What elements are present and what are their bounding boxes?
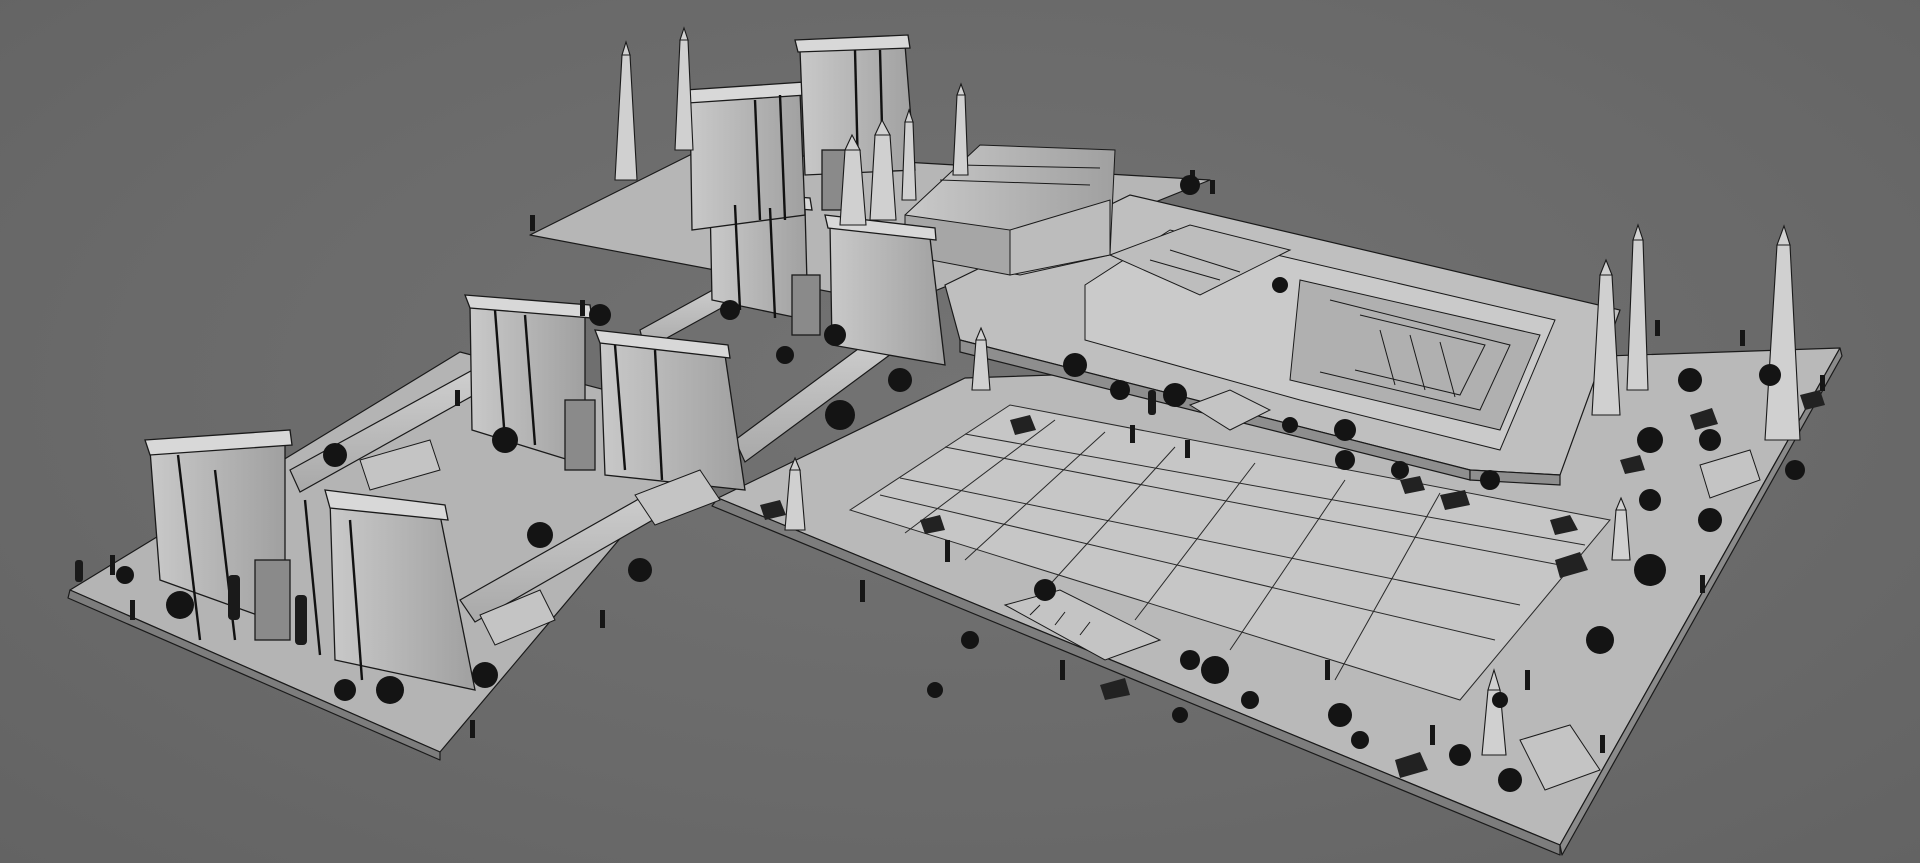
- obelisk: [952, 94, 969, 176]
- obelisk: [1626, 239, 1649, 391]
- obelisk: [1764, 244, 1801, 441]
- 3d-viewport[interactable]: [0, 0, 1920, 863]
- obelisk: [674, 39, 694, 151]
- obelisk: [1591, 274, 1621, 416]
- obelisk: [614, 54, 638, 181]
- obelisk: [901, 121, 917, 201]
- temple-complex-render: [67, 26, 1843, 856]
